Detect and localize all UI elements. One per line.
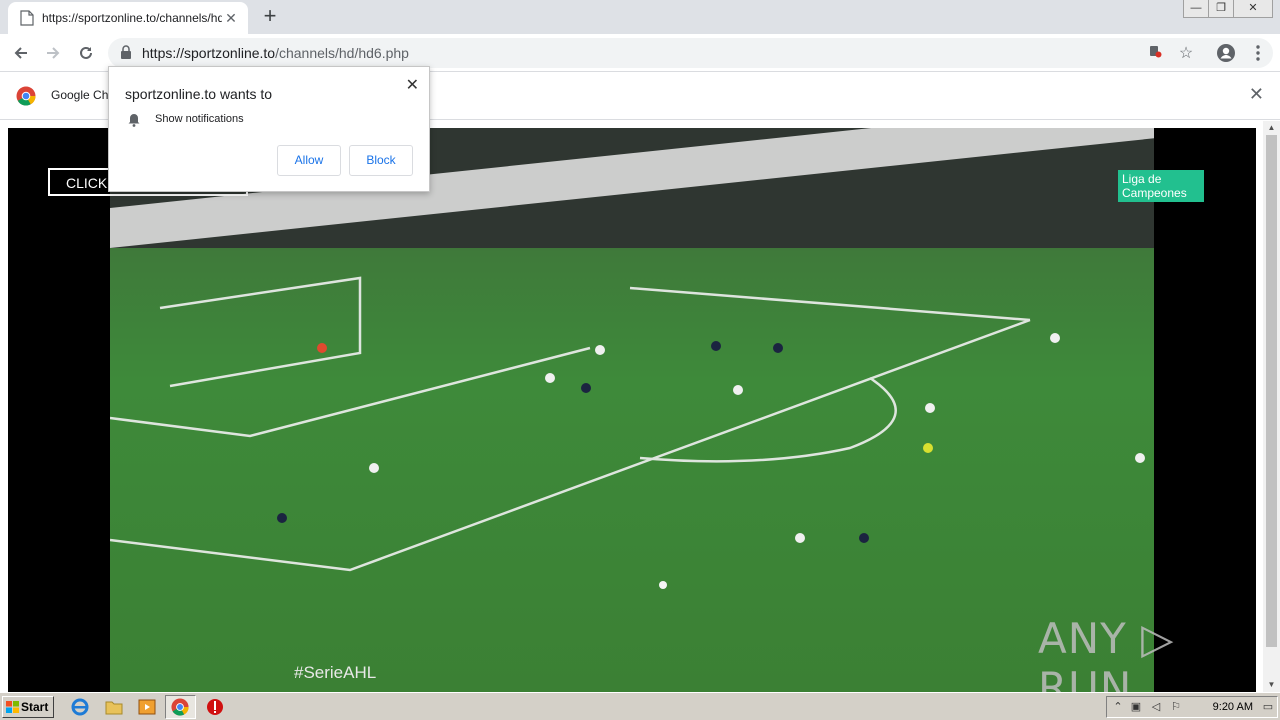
badge-line-2: Campeones [1122, 186, 1187, 200]
broadcast-hashtag: #SerieAHL [294, 663, 377, 682]
forward-button[interactable] [40, 40, 66, 66]
allow-button[interactable]: Allow [277, 145, 341, 176]
url-text[interactable]: https://sportzonline.to/channels/hd/hd6.… [142, 45, 409, 61]
profile-button[interactable] [1213, 40, 1239, 66]
badge-line-1: Liga de [1122, 172, 1162, 186]
tab-active[interactable]: https://sportzonline.to/channels/hd/ ✕ [8, 2, 248, 34]
system-tray: ⌃ ▣ ◁ ⚐ 9:20 AM ▭ [1106, 696, 1278, 718]
clock[interactable]: 9:20 AM [1213, 701, 1253, 713]
popup-close-icon[interactable]: ✕ [406, 75, 419, 95]
bell-icon [128, 114, 140, 127]
url-host: https://sportzonline.to [142, 45, 276, 61]
new-tab-button[interactable]: + [258, 5, 282, 29]
back-button[interactable] [8, 40, 34, 66]
scroll-up-arrow-icon[interactable]: ▲ [1263, 121, 1280, 135]
notifications-blocked-icon[interactable] [1145, 44, 1165, 64]
block-button[interactable]: Block [349, 145, 413, 176]
lock-icon[interactable] [120, 45, 132, 59]
video-frame[interactable]: Liga de Campeones #SerieAHL [110, 128, 1204, 692]
reload-button[interactable] [73, 40, 99, 66]
page-content: Liga de Campeones #SerieAHL CLICK ANY ▷ … [0, 121, 1280, 712]
folder-icon[interactable] [104, 697, 124, 717]
menu-button[interactable] [1245, 40, 1271, 66]
reload-icon [80, 46, 92, 59]
scroll-down-arrow-icon[interactable]: ▼ [1263, 678, 1280, 692]
tab-close-icon[interactable]: ✕ [222, 10, 240, 27]
action-center-flag-icon[interactable]: ⚐ [1169, 700, 1183, 714]
arrow-right-icon [47, 47, 60, 59]
minimize-button[interactable]: — [1183, 0, 1209, 18]
more-vert-icon [1256, 45, 1260, 61]
popup-heading: sportzonline.to wants to [125, 86, 273, 102]
network-icon[interactable]: ▣ [1129, 700, 1143, 714]
start-label: Start [21, 700, 49, 714]
bookmark-star-icon[interactable]: ☆ [1176, 44, 1196, 64]
restore-button[interactable]: ❐ [1208, 0, 1234, 18]
address-bar[interactable]: https://sportzonline.to/channels/hd/hd6.… [108, 38, 1273, 68]
infobar-close-icon[interactable]: ✕ [1249, 84, 1264, 105]
show-desktop-icon[interactable]: ▭ [1261, 700, 1275, 714]
tab-strip: https://sportzonline.to/channels/hd/ ✕ +… [0, 0, 1280, 34]
close-window-button[interactable]: ✕ [1233, 0, 1273, 18]
page-icon [20, 10, 34, 26]
permission-label: Show notifications [155, 113, 244, 125]
tv-channel-badge: Liga de Campeones [1118, 170, 1204, 202]
tray-expand-icon[interactable]: ⌃ [1111, 700, 1125, 714]
pitch-graphic [110, 128, 1154, 589]
windows-taskbar: Start ⌃ ▣ ◁ ⚐ 9:20 AM ▭ [0, 692, 1280, 720]
chrome-logo-icon [16, 86, 36, 106]
volume-icon[interactable]: ◁ [1149, 700, 1163, 714]
windows-logo-icon [6, 701, 19, 713]
vertical-scrollbar[interactable]: ▲ ▼ [1263, 121, 1280, 692]
account-icon [1217, 44, 1235, 62]
arrow-left-icon [14, 47, 27, 59]
video-player[interactable]: Liga de Campeones #SerieAHL CLICK ANY ▷ … [8, 128, 1256, 712]
media-player-icon[interactable] [137, 697, 157, 717]
chrome-taskbar-button[interactable] [165, 695, 196, 719]
tab-title: https://sportzonline.to/channels/hd/ [42, 11, 222, 25]
stop-sign-icon[interactable] [205, 697, 225, 717]
scrollbar-thumb[interactable] [1266, 135, 1277, 647]
internet-explorer-icon[interactable] [70, 697, 90, 717]
infobar-text: Google Ch [51, 88, 109, 102]
url-path: /channels/hd/hd6.php [275, 45, 409, 61]
chrome-icon [171, 698, 189, 716]
start-button[interactable]: Start [2, 696, 54, 718]
notification-permission-popup: sportzonline.to wants to ✕ Show notifica… [108, 66, 430, 192]
